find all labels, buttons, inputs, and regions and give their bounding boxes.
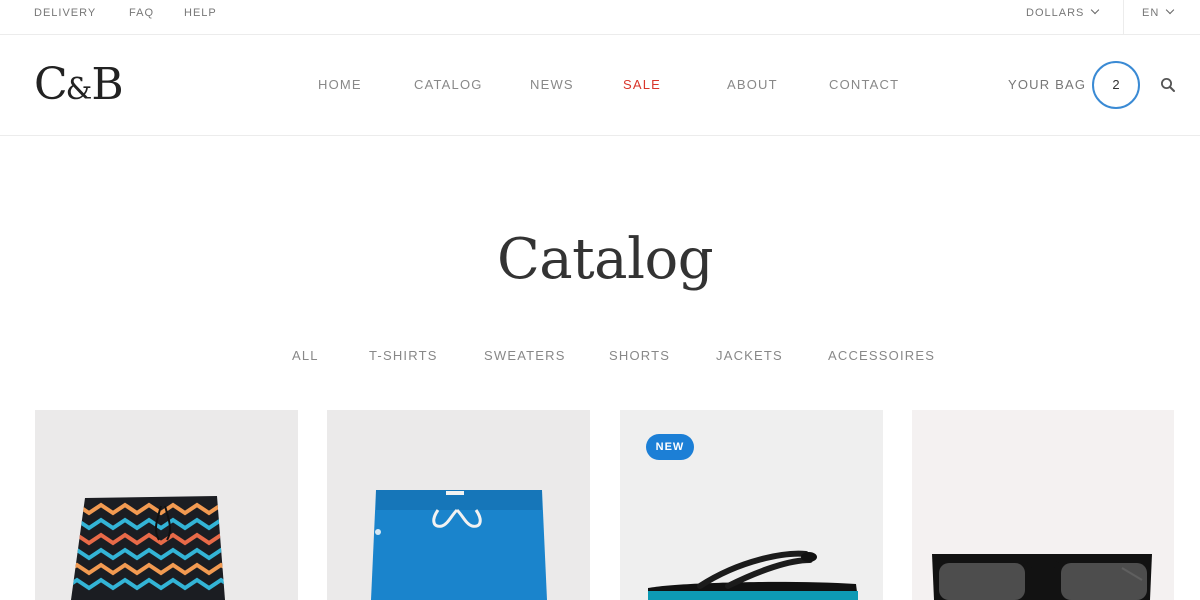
nav-home[interactable]: HOME bbox=[318, 77, 362, 92]
nav-contact[interactable]: CONTACT bbox=[829, 77, 899, 92]
filter-all[interactable]: ALL bbox=[292, 348, 319, 363]
currency-value: DOLLARS bbox=[1026, 7, 1085, 19]
chevron-down-icon bbox=[1166, 5, 1175, 15]
site-header: C&B HOME CATALOG NEWS SALE ABOUT CONTACT… bbox=[0, 35, 1200, 136]
product-card-flip-flop[interactable]: NEW bbox=[620, 410, 883, 600]
logo-letter-c: C bbox=[34, 59, 68, 110]
help-link[interactable]: HELP bbox=[184, 7, 217, 19]
logo-ampersand: & bbox=[65, 72, 93, 107]
divider bbox=[1123, 0, 1124, 34]
filter-sweaters[interactable]: SWEATERS bbox=[484, 348, 566, 363]
nav-sale[interactable]: SALE bbox=[623, 77, 661, 92]
nav-about[interactable]: ABOUT bbox=[727, 77, 778, 92]
new-badge: NEW bbox=[646, 434, 694, 460]
logo-letter-b: B bbox=[91, 59, 123, 110]
patterned-swim-shorts-image bbox=[71, 496, 225, 600]
blue-sweat-shorts-image bbox=[371, 490, 547, 600]
faq-link[interactable]: FAQ bbox=[129, 7, 154, 19]
filter-jackets[interactable]: JACKETS bbox=[716, 348, 783, 363]
nav-catalog[interactable]: CATALOG bbox=[414, 77, 483, 92]
currency-selector[interactable]: DOLLARS bbox=[1026, 5, 1100, 19]
brand-logo[interactable]: C&B bbox=[34, 59, 124, 116]
delivery-link[interactable]: DELIVERY bbox=[34, 7, 96, 19]
your-bag-link[interactable]: YOUR BAG bbox=[1008, 77, 1086, 92]
filter-accessoires[interactable]: ACCESSOIRES bbox=[828, 348, 935, 363]
product-card-sunglasses[interactable] bbox=[912, 410, 1174, 600]
search-icon[interactable] bbox=[1160, 77, 1176, 93]
product-card-sweat-shorts[interactable] bbox=[327, 410, 590, 600]
page-title: Catalog bbox=[496, 227, 714, 292]
chevron-down-icon bbox=[1091, 5, 1100, 15]
product-card-swim-shorts[interactable] bbox=[35, 410, 298, 600]
language-selector[interactable]: EN bbox=[1142, 5, 1175, 19]
nav-news[interactable]: NEWS bbox=[530, 77, 574, 92]
bag-count-badge[interactable]: 2 bbox=[1092, 61, 1140, 109]
language-value: EN bbox=[1142, 7, 1160, 19]
top-utility-bar: DELIVERY FAQ HELP DOLLARS EN bbox=[0, 0, 1200, 35]
sunglasses-image bbox=[932, 554, 1152, 600]
filter-t-shirts[interactable]: T-SHIRTS bbox=[369, 348, 438, 363]
filter-shorts[interactable]: SHORTS bbox=[609, 348, 670, 363]
